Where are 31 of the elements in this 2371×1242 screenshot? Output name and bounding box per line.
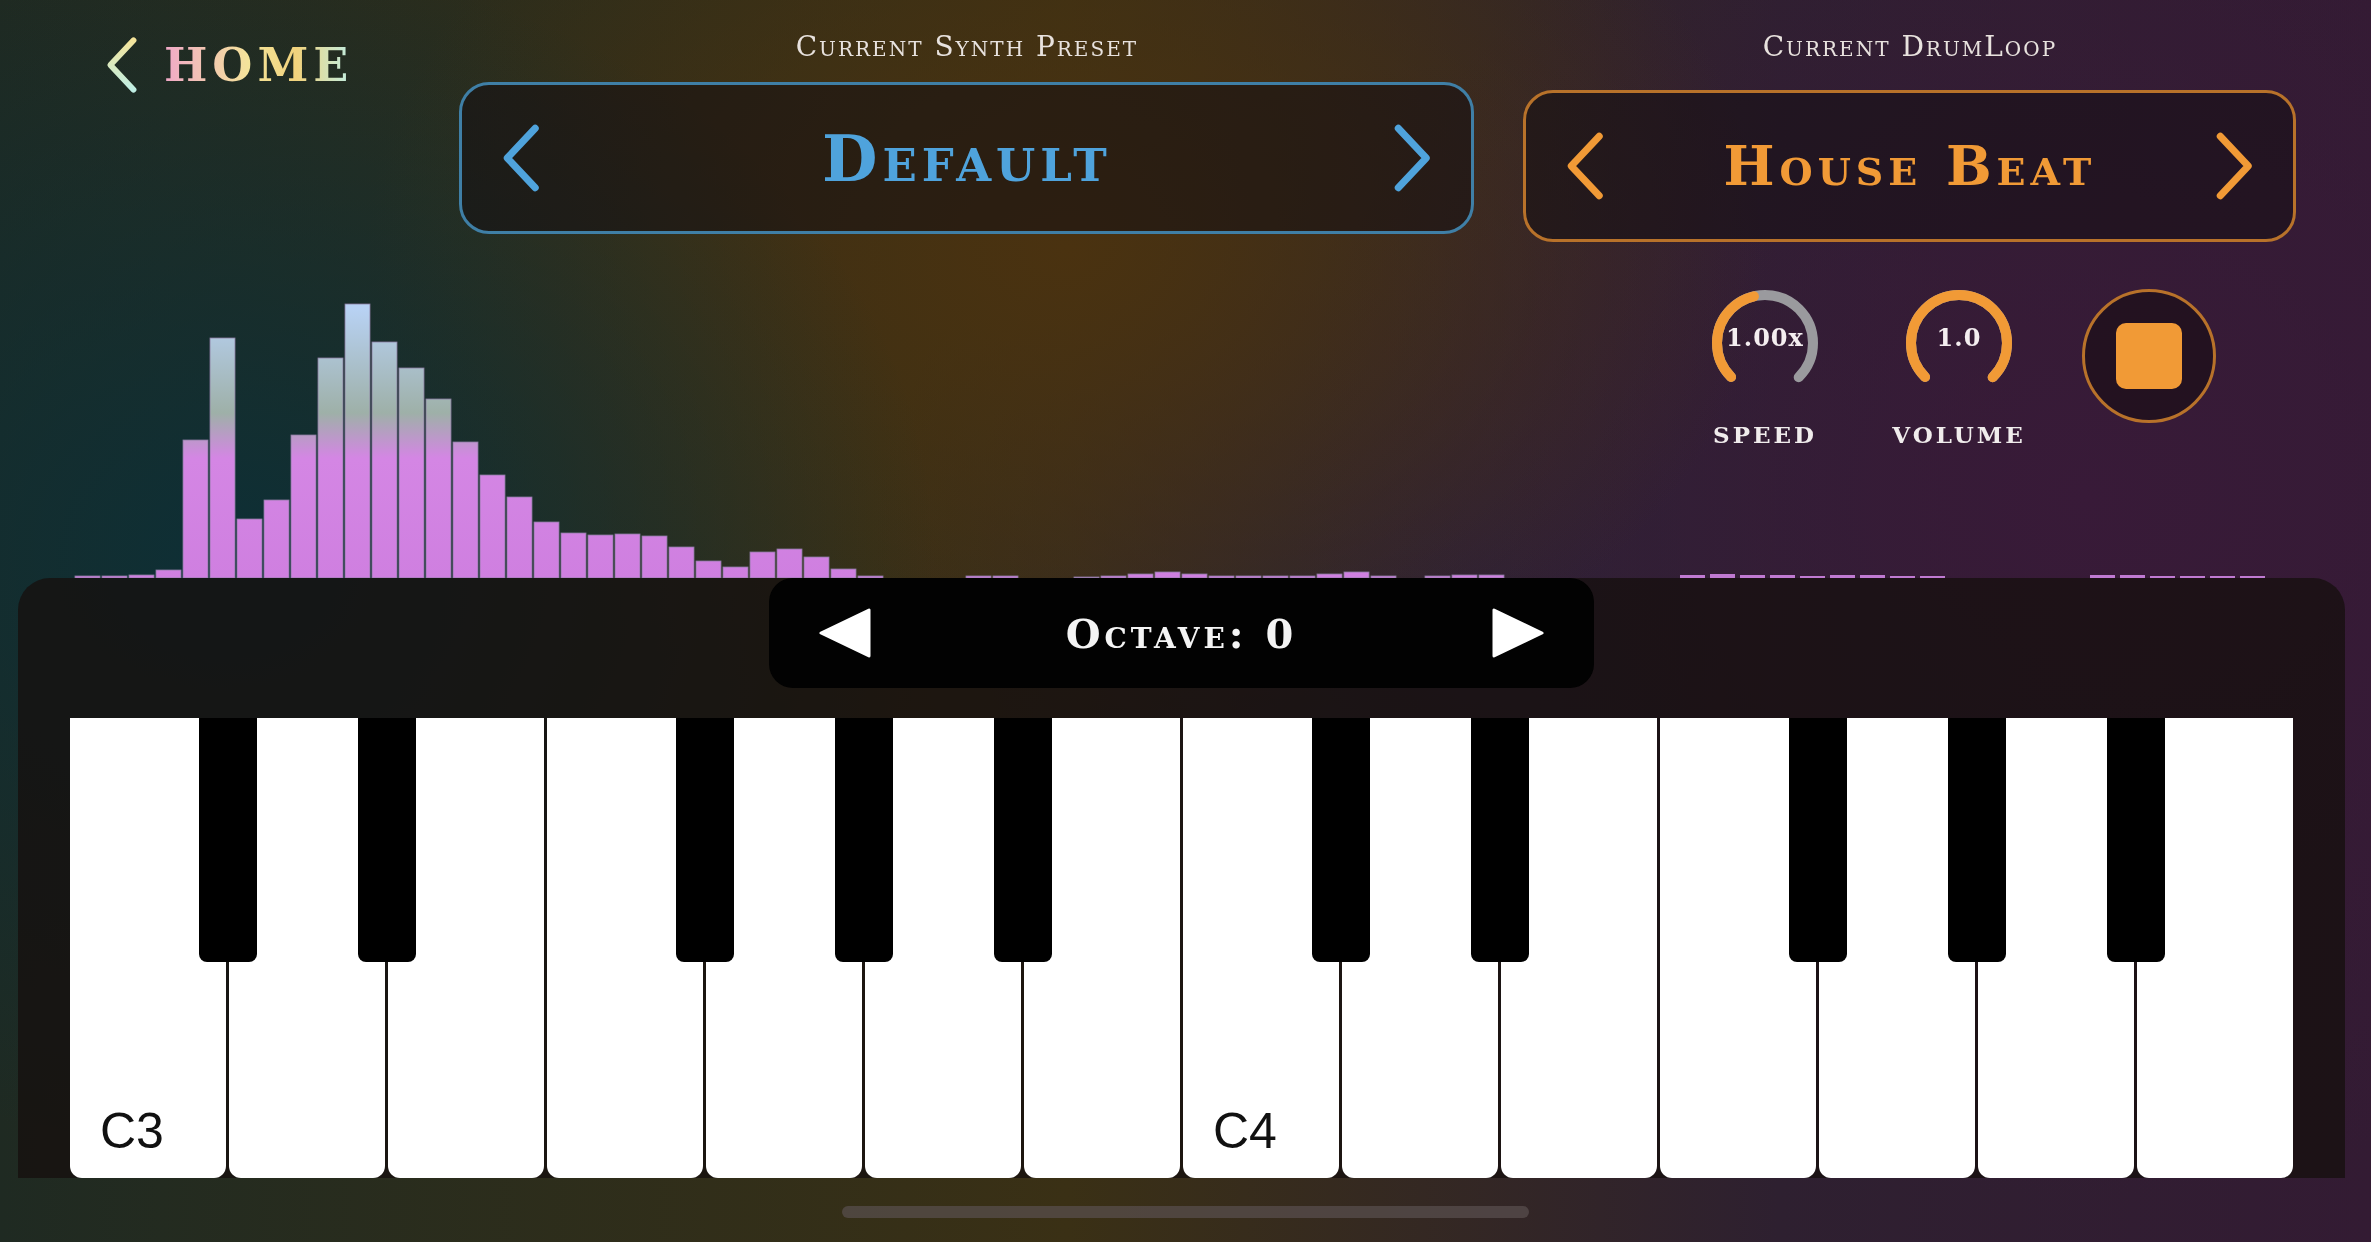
octave-label: Octave: 0 bbox=[1065, 609, 1298, 657]
previous-drumloop-button[interactable] bbox=[1566, 131, 1605, 201]
back-chevron-icon bbox=[106, 36, 138, 94]
octave-up-button[interactable] bbox=[1492, 608, 1544, 658]
piano-key[interactable] bbox=[388, 718, 544, 1178]
stop-icon bbox=[2116, 323, 2182, 389]
right-chevron-icon bbox=[2214, 131, 2254, 201]
drumloop-heading: Current DrumLoop bbox=[1762, 30, 2058, 64]
piano-key[interactable] bbox=[547, 718, 703, 1178]
synth-preset-heading: Current Synth Preset bbox=[795, 30, 1139, 64]
left-chevron-icon bbox=[502, 123, 541, 193]
piano-key[interactable] bbox=[1501, 718, 1657, 1178]
piano-key[interactable] bbox=[2137, 718, 2293, 1178]
knob-value: 1.0 bbox=[1935, 323, 1983, 352]
knob-label: VOLUME bbox=[1892, 421, 2026, 448]
next-preset-button[interactable] bbox=[1392, 123, 1432, 193]
knob-value: 1.00x bbox=[1725, 323, 1805, 352]
next-drumloop-button[interactable] bbox=[2214, 131, 2254, 201]
previous-preset-button[interactable] bbox=[502, 123, 541, 193]
preset-name: Default bbox=[822, 120, 1112, 196]
piano-key[interactable] bbox=[1660, 718, 1816, 1178]
piano-key[interactable] bbox=[1024, 718, 1180, 1178]
piano-key[interactable]: C4 bbox=[1183, 718, 1339, 1178]
octave-down-button[interactable] bbox=[819, 608, 871, 658]
drumloop-name: House Beat bbox=[1723, 134, 2097, 198]
right-chevron-icon bbox=[1392, 123, 1432, 193]
knob-label: SPEED bbox=[1713, 421, 1817, 448]
piano-key[interactable]: C3 bbox=[70, 718, 226, 1178]
right-triangle-icon bbox=[1492, 608, 1544, 658]
left-triangle-icon bbox=[819, 608, 871, 658]
left-chevron-icon bbox=[1566, 131, 1605, 201]
